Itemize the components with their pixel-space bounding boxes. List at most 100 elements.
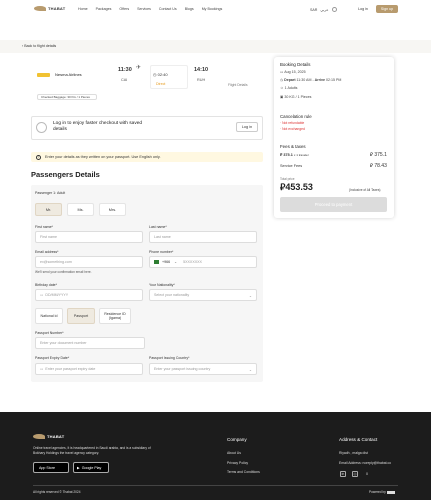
- proceed-payment-button[interactable]: Proceed to payment: [280, 197, 387, 212]
- copyright: All rights reserved © Thabat 2024: [33, 490, 81, 494]
- calendar-icon: ▭: [40, 367, 44, 371]
- nav-offers[interactable]: Offers: [119, 7, 129, 11]
- footer-terms-link[interactable]: Terms and Conditions: [227, 470, 260, 474]
- instagram-icon[interactable]: ◎: [352, 471, 358, 477]
- footer-logo[interactable]: THABAT: [33, 434, 64, 439]
- footer-description: Online travel agencies, It is headquarte…: [33, 446, 151, 455]
- currency-select[interactable]: SAR: [310, 8, 317, 12]
- google-play-label: Google Play: [81, 465, 102, 470]
- back-link[interactable]: ‹ Back to flight details: [22, 44, 56, 48]
- service-fees: ⃁ 78.43: [370, 163, 387, 169]
- doc-national-id[interactable]: National id: [35, 308, 63, 324]
- issuing-country-select[interactable]: Enter your passport issuing country ⌄: [149, 363, 257, 375]
- nav-bookings[interactable]: My Bookings: [202, 7, 223, 11]
- chevron-down-icon[interactable]: ⌄: [174, 260, 177, 264]
- depart-time-value: 11:30 AM: [296, 78, 312, 82]
- airline-logo: [37, 73, 50, 77]
- title-ms[interactable]: Ms.: [67, 203, 94, 216]
- saudi-flag-icon: [154, 260, 159, 264]
- nationality-placeholder: Select your nationality: [154, 293, 190, 297]
- footer-email[interactable]: Email Address: noreply@thabat.co: [339, 461, 391, 465]
- powered-label: Powered by: [369, 490, 386, 494]
- logo-text: THABAT: [48, 6, 66, 11]
- login-button[interactable]: Log in: [352, 5, 374, 13]
- linkedin-icon[interactable]: in: [340, 471, 346, 477]
- inclusive-note: (Inclusive of All Taxes): [349, 188, 381, 192]
- passenger-form: [31, 185, 263, 382]
- logo-icon: [34, 6, 46, 11]
- powered-by: Powered by: [369, 490, 395, 494]
- arrive-time-value: 02:15 PM: [326, 78, 342, 82]
- service-value: 78.43: [374, 163, 387, 169]
- chevron-down-icon: ⌄: [248, 294, 252, 298]
- passport-expiry-placeholder: Enter your passport expiry date: [45, 367, 96, 371]
- profile-icon[interactable]: [331, 7, 337, 12]
- booking-times: ◷ Depart 11:30 AM - Arrive 02:15 PM: [280, 78, 342, 82]
- total-price: ⃁453.53: [280, 182, 313, 192]
- signup-button[interactable]: Sign up: [376, 5, 398, 13]
- nav-services[interactable]: Services: [137, 7, 151, 11]
- play-icon: ▶: [77, 465, 80, 470]
- adults-value: 1 Adults: [284, 86, 298, 90]
- logo[interactable]: THABAT: [34, 6, 65, 11]
- user-icon: [36, 122, 47, 133]
- nav-packages[interactable]: Packages: [96, 7, 112, 11]
- birthday-field[interactable]: ▭ DD/MM/YYYY: [35, 289, 143, 301]
- total-label: Total price: [280, 177, 295, 181]
- email-field[interactable]: ex@something.com: [35, 256, 143, 268]
- login-prompt-text: Log in to enjoy faster checkout with sav…: [53, 121, 143, 132]
- stops-label: Direct: [156, 82, 166, 86]
- exchange-rule-text: Not exchanged: [282, 127, 305, 131]
- depart-time: 11:30: [118, 67, 132, 73]
- fare-note: x 1 traveler: [293, 153, 309, 157]
- google-play-button[interactable]: ▶ Google Play: [73, 462, 109, 473]
- footer: [0, 412, 431, 500]
- language-select[interactable]: عربي: [320, 8, 328, 12]
- footer-address: Riyadh , malga dist: [339, 451, 368, 455]
- phone-code[interactable]: +966: [162, 260, 170, 264]
- title-mr[interactable]: Mr.: [35, 203, 62, 216]
- flight-details-link[interactable]: Flight Details: [228, 83, 248, 87]
- first-name-field[interactable]: First name: [35, 231, 143, 243]
- baggage-value: 30 KG / 1 Pieces: [284, 95, 312, 99]
- booking-date-value: Aug 15, 2025: [284, 70, 306, 74]
- booking-travelers: ☺ 1 Adults: [280, 86, 298, 90]
- arrive-label: Arrive: [314, 78, 326, 82]
- nav-blogs[interactable]: Blogs: [185, 7, 194, 11]
- doc-residence-id[interactable]: Residence ID (Igama): [99, 308, 131, 324]
- prompt-login-button[interactable]: Log in: [236, 122, 258, 132]
- arrive-code: RUH: [197, 78, 206, 82]
- duration-value: 02:40: [157, 72, 168, 77]
- last-name-label: Last name*: [149, 225, 167, 229]
- passport-number-label: Passport Number*: [35, 331, 64, 335]
- booking-date: ▭ Aug 15, 2025: [280, 70, 306, 74]
- nav-home[interactable]: Home: [78, 7, 88, 11]
- birthday-placeholder: DD/MM/YYYY: [45, 293, 69, 297]
- booking-baggage: ▣ 30 KG / 1 Pieces: [280, 95, 312, 99]
- footer-about-link[interactable]: About Us: [227, 451, 241, 455]
- nationality-select[interactable]: Select your nationality ⌄: [149, 289, 257, 301]
- total-value: 453.53: [285, 182, 313, 192]
- first-name-label: First name*: [35, 225, 53, 229]
- passport-expiry-field[interactable]: ▭ Enter your passport expiry date: [35, 363, 143, 375]
- passport-number-field[interactable]: Enter your document number: [35, 337, 145, 349]
- fare-value: 375.1: [283, 153, 293, 157]
- x-icon[interactable]: X: [364, 471, 370, 477]
- powered-logo: [386, 490, 395, 494]
- app-store-button[interactable]: App Store: [33, 462, 69, 473]
- footer-privacy-link[interactable]: Privacy Policy: [227, 461, 248, 465]
- baggage-label: Checked Baggage: 30 KG / 1 Pieces: [41, 95, 90, 99]
- last-name-field[interactable]: Last name: [149, 231, 257, 243]
- phone-field[interactable]: +966 ⌄ 5XXXXXXX: [149, 256, 257, 268]
- company-title: Company: [227, 437, 247, 442]
- fare-total: ⃁ 375.1: [370, 152, 387, 158]
- arrive-time: 14:10: [194, 67, 209, 73]
- doc-passport[interactable]: Passport: [67, 308, 95, 324]
- address-title: Address & Contact: [339, 437, 378, 442]
- title-mrs[interactable]: Mrs.: [99, 203, 126, 216]
- footer-divider: [33, 485, 398, 486]
- notice-text: Enter your details as they written on yo…: [45, 155, 161, 159]
- passenger-label: Passenger 1: Adult: [35, 191, 66, 195]
- refund-rule: · Not refundable: [280, 121, 305, 125]
- nav-contact[interactable]: Contact Us: [159, 7, 177, 11]
